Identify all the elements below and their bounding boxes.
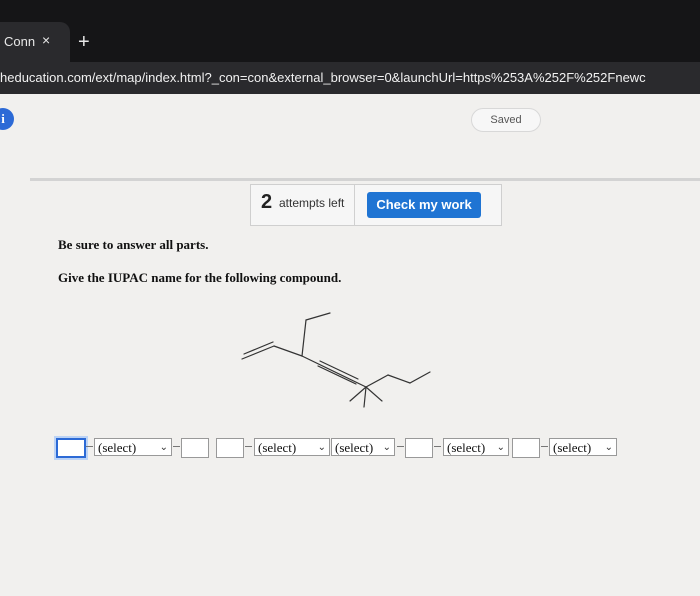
attempts-count: 2 [261, 191, 273, 213]
select-value: (select) [553, 440, 592, 455]
iupac-answer-row: (select) ⌄ (select) ⌄ (select) ⌄ (select) ⌄ … [0, 434, 700, 464]
hyphen [434, 446, 441, 447]
question-prompt: Give the IUPAC name for the following co… [58, 270, 342, 285]
new-tab-plus-icon[interactable]: + [78, 32, 90, 52]
tab-title: Conn [4, 34, 36, 49]
select-value: (select) [258, 440, 297, 455]
address-bar[interactable]: heducation.com/ext/map/index.html?_con=c… [0, 62, 700, 94]
chevron-down-icon: ⌄ [159, 442, 168, 453]
chevron-down-icon: ⌄ [382, 442, 391, 453]
check-my-work-button[interactable]: Check my work [367, 192, 481, 218]
attempts-label: attempts left [279, 196, 345, 210]
browser-tab-bar: Conn × + [0, 0, 700, 62]
locant-input-4[interactable] [405, 438, 433, 458]
page-content: i Saved 2 attempts left Check my work Be… [0, 94, 700, 596]
locant-input-1[interactable] [56, 438, 86, 458]
locant-input-5[interactable] [512, 438, 540, 458]
select-dropdown-1[interactable]: (select) ⌄ [94, 438, 172, 456]
locant-input-3[interactable] [216, 438, 244, 458]
hyphen [173, 446, 180, 447]
select-value: (select) [98, 440, 137, 455]
select-dropdown-4[interactable]: (select) ⌄ [443, 438, 509, 456]
select-value: (select) [447, 440, 486, 455]
select-value: (select) [335, 440, 374, 455]
hyphen [245, 446, 252, 447]
hyphen [86, 446, 93, 447]
hyphen [397, 446, 404, 447]
hyphen [541, 446, 548, 447]
attempts-panel: 2 attempts left Check my work [250, 184, 502, 226]
divider [354, 185, 355, 225]
chevron-down-icon: ⌄ [317, 442, 326, 453]
chevron-down-icon: ⌄ [604, 442, 613, 453]
browser-tab[interactable]: Conn × [0, 22, 70, 62]
instruction-text: Be sure to answer all parts. [58, 237, 209, 252]
chevron-down-icon: ⌄ [496, 442, 505, 453]
divider [30, 178, 700, 181]
info-icon[interactable]: i [0, 108, 14, 130]
close-icon[interactable]: × [42, 32, 50, 48]
saved-status-badge: Saved [471, 108, 541, 132]
select-dropdown-3[interactable]: (select) ⌄ [331, 438, 395, 456]
locant-input-2[interactable] [181, 438, 209, 458]
select-dropdown-2[interactable]: (select) ⌄ [254, 438, 330, 456]
molecule-structure [241, 312, 431, 408]
url-text[interactable]: heducation.com/ext/map/index.html?_con=c… [0, 70, 646, 85]
select-dropdown-5[interactable]: (select) ⌄ [549, 438, 617, 456]
